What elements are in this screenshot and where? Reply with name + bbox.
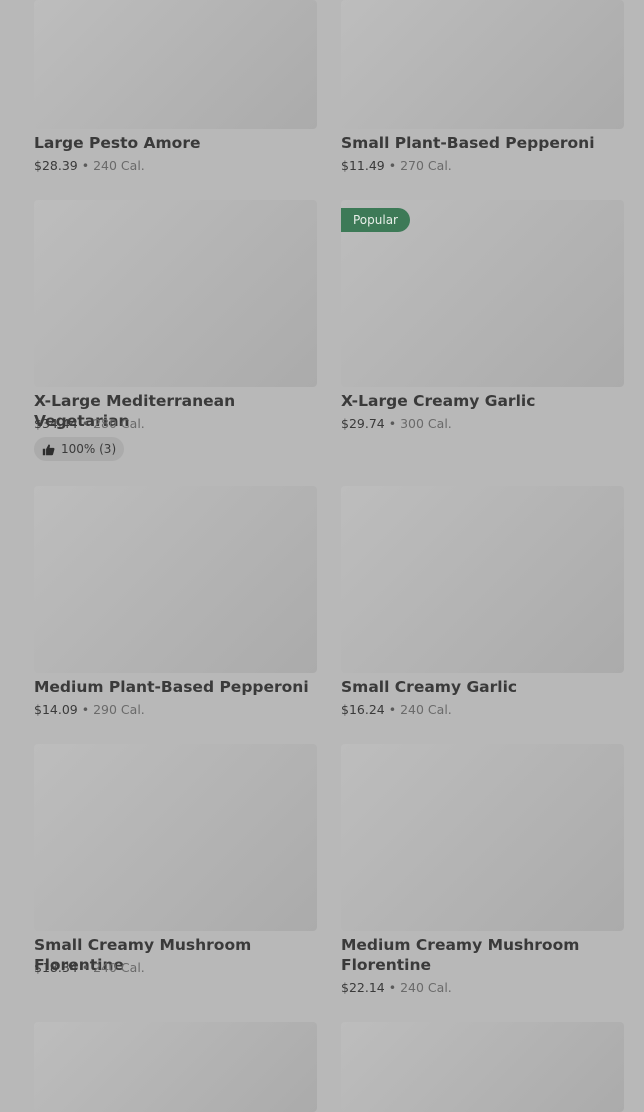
item-image[interactable]	[34, 486, 317, 673]
item-price: $14.09	[34, 702, 78, 717]
item-image[interactable]	[34, 744, 317, 931]
rating-badge: 100% (3)	[34, 437, 125, 461]
item-price: $22.14	[341, 980, 385, 995]
meta-separator: •	[81, 702, 90, 717]
item-image[interactable]	[34, 0, 317, 129]
item-meta: $18.34 • 240 Cal.	[34, 960, 145, 976]
menu-item-card[interactable]	[341, 1022, 624, 1112]
item-price: $18.34	[34, 960, 78, 975]
item-meta: $34.44 • 280 Cal.	[34, 416, 145, 432]
popular-badge: Popular	[341, 208, 410, 232]
menu-item-card[interactable]: Small Creamy Mushroom Florentine $18.34 …	[34, 744, 317, 980]
item-meta: $28.39 • 240 Cal.	[34, 158, 145, 174]
item-meta: $29.74 • 300 Cal.	[341, 416, 452, 432]
menu-item-card[interactable]	[34, 1022, 317, 1112]
item-calories: 280 Cal.	[93, 416, 145, 431]
menu-grid: Large Pesto Amore $28.39 • 240 Cal. Smal…	[0, 0, 644, 1112]
meta-separator: •	[81, 960, 90, 975]
item-calories: 300 Cal.	[400, 416, 452, 431]
meta-separator: •	[81, 416, 90, 431]
item-price: $11.49	[341, 158, 385, 173]
item-calories: 290 Cal.	[93, 702, 145, 717]
item-image[interactable]	[341, 486, 624, 673]
item-meta: $11.49 • 270 Cal.	[341, 158, 452, 174]
meta-separator: •	[81, 158, 90, 173]
rating-text: 100% (3)	[61, 442, 117, 456]
item-name: Small Plant-Based Pepperoni	[341, 134, 595, 152]
item-name: Small Creamy Garlic	[341, 678, 518, 696]
item-meta: $16.24 • 240 Cal.	[341, 702, 452, 718]
item-calories: 240 Cal.	[93, 960, 145, 975]
item-name: Large Pesto Amore	[34, 134, 201, 152]
menu-item-card[interactable]: Large Pesto Amore $28.39 • 240 Cal.	[34, 0, 317, 176]
item-price: $28.39	[34, 158, 78, 173]
item-calories: 270 Cal.	[400, 158, 452, 173]
item-price: $34.44	[34, 416, 78, 431]
meta-separator: •	[388, 980, 397, 995]
meta-separator: •	[388, 158, 397, 173]
menu-item-card[interactable]: Small Creamy Garlic $16.24 • 240 Cal.	[341, 486, 624, 722]
menu-item-card[interactable]: X-Large Mediterranean Vegetarian $34.44 …	[34, 200, 317, 465]
meta-separator: •	[388, 702, 397, 717]
item-calories: 240 Cal.	[400, 702, 452, 717]
item-price: $16.24	[341, 702, 385, 717]
item-name: Medium Plant-Based Pepperoni	[34, 678, 309, 696]
item-price: $29.74	[341, 416, 385, 431]
item-calories: 240 Cal.	[400, 980, 452, 995]
item-image[interactable]	[341, 744, 624, 931]
menu-item-card[interactable]: Small Plant-Based Pepperoni $11.49 • 270…	[341, 0, 624, 176]
item-image[interactable]	[341, 0, 624, 129]
meta-separator: •	[388, 416, 397, 431]
menu-item-card[interactable]: Popular X-Large Creamy Garlic $29.74 • 3…	[341, 200, 624, 440]
item-meta: $22.14 • 240 Cal.	[341, 980, 452, 996]
menu-item-card[interactable]: Medium Creamy Mushroom Florentine $22.14…	[341, 744, 624, 1000]
item-name: Medium Creamy Mushroom Florentine	[341, 936, 580, 974]
item-name: X-Large Creamy Garlic	[341, 392, 536, 410]
item-meta: $14.09 • 290 Cal.	[34, 702, 145, 718]
thumbs-up-icon	[42, 443, 55, 456]
item-image[interactable]	[34, 1022, 317, 1112]
item-calories: 240 Cal.	[93, 158, 145, 173]
menu-item-card[interactable]: Medium Plant-Based Pepperoni $14.09 • 29…	[34, 486, 317, 722]
item-image[interactable]	[34, 200, 317, 387]
item-image[interactable]	[341, 1022, 624, 1112]
